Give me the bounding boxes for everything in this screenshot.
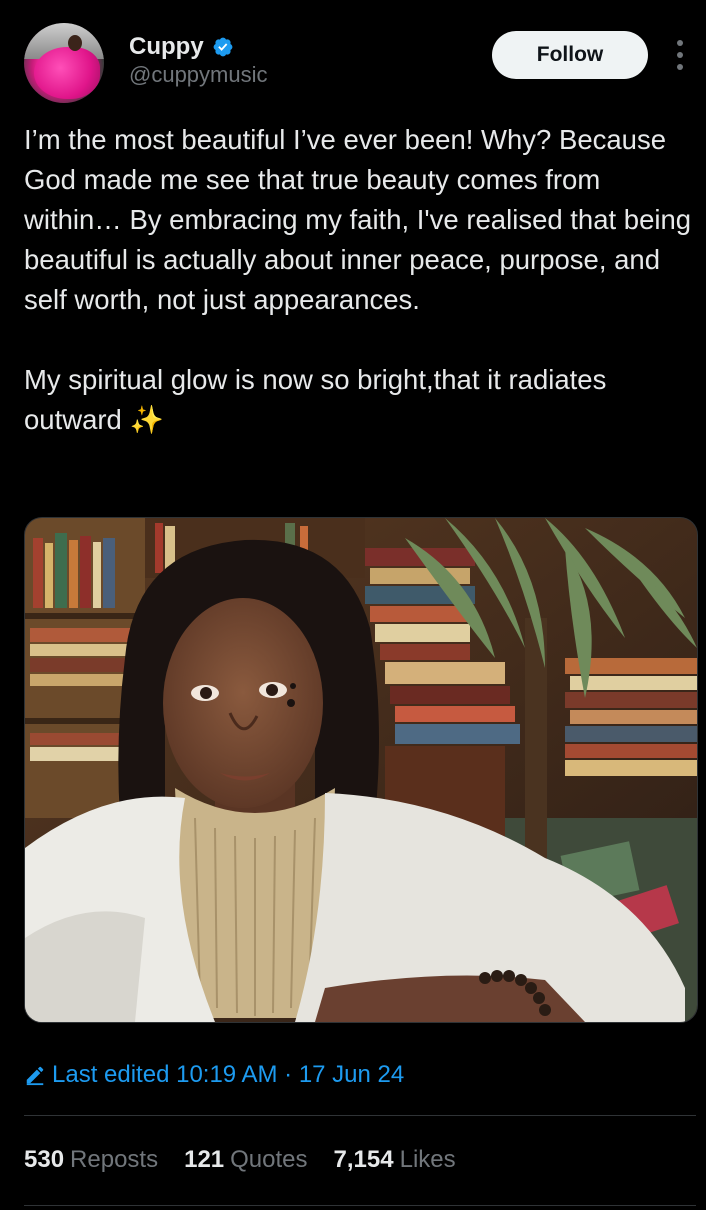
more-options-icon[interactable]	[668, 40, 692, 70]
quotes-stat[interactable]: 121 Quotes	[184, 1146, 307, 1174]
likes-label: Likes	[399, 1146, 456, 1173]
author-handle[interactable]: @cuppymusic	[129, 62, 268, 88]
follow-button[interactable]: Follow	[492, 31, 648, 79]
reposts-label: Reposts	[70, 1146, 159, 1173]
divider	[24, 1115, 696, 1116]
tweet-stats: 530 Reposts 121 Quotes 7,154 Likes	[24, 1146, 456, 1174]
tweet-text: I’m the most beautiful I’ve ever been! W…	[24, 124, 692, 435]
quotes-label: Quotes	[230, 1146, 308, 1173]
last-edited-link[interactable]: Last edited 10:19 AM · 17 Jun 24	[24, 1061, 404, 1089]
likes-count: 7,154	[333, 1146, 394, 1173]
reposts-count: 530	[24, 1146, 65, 1173]
author-name[interactable]: Cuppy	[129, 33, 204, 61]
verified-badge-icon	[213, 37, 233, 57]
tweet-photo[interactable]	[24, 517, 698, 1023]
selfie-photo-illustration	[25, 518, 697, 1022]
likes-stat[interactable]: 7,154 Likes	[334, 1146, 456, 1174]
last-edited-text: Last edited 10:19 AM · 17 Jun 24	[52, 1061, 405, 1088]
author-name-row: Cuppy	[129, 33, 234, 61]
tweet-header: Cuppy @cuppymusic Follow	[0, 0, 706, 110]
pencil-edit-icon	[26, 1066, 44, 1086]
reposts-stat[interactable]: 530 Reposts	[24, 1146, 158, 1174]
divider	[24, 1205, 696, 1206]
avatar[interactable]	[24, 23, 104, 103]
quotes-count: 121	[184, 1146, 225, 1173]
